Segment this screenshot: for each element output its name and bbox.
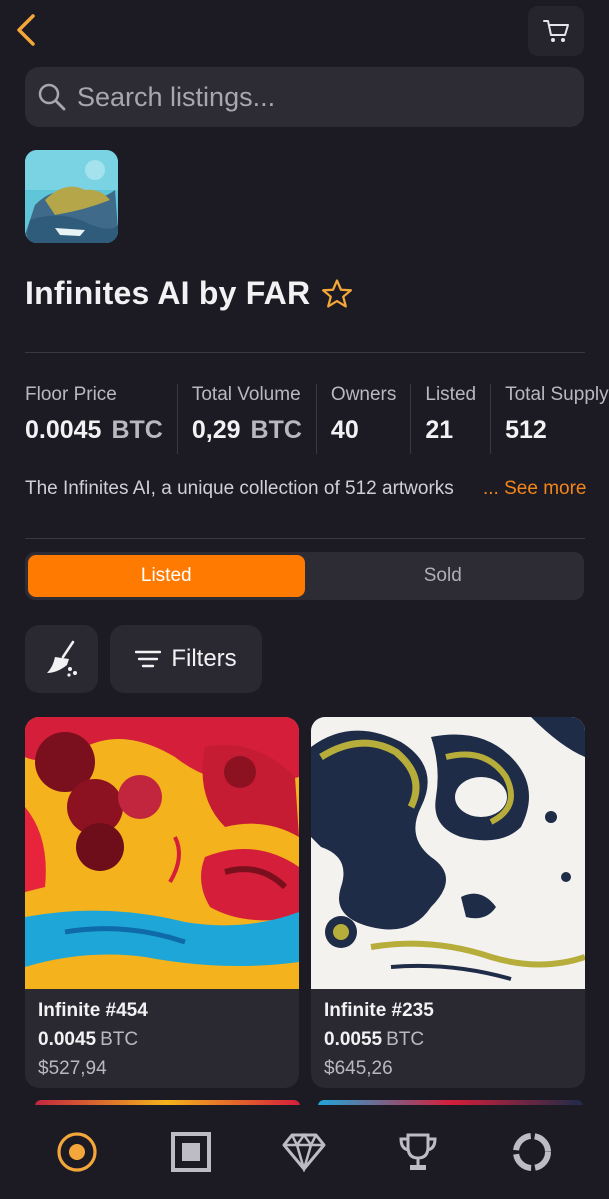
divider [25, 538, 585, 539]
nav-leaderboard[interactable] [388, 1122, 448, 1182]
stat-owners: Owners 40 [331, 384, 412, 454]
listing-name: Infinite #235 [324, 1000, 434, 1021]
clear-button[interactable] [25, 625, 98, 693]
collection-thumbnail [25, 150, 118, 243]
ring-icon [513, 1133, 552, 1171]
stat-listed: Listed 21 [425, 384, 492, 454]
tab-sold[interactable]: Sold [305, 555, 582, 597]
listing-price: 0.0055 [324, 1029, 383, 1050]
broom-icon [46, 640, 77, 677]
artwork-image [25, 717, 299, 989]
listing-tabs: Listed Sold [25, 552, 584, 600]
favorite-star-icon[interactable] [320, 277, 354, 311]
back-button[interactable] [8, 10, 44, 50]
nav-diamond[interactable] [274, 1122, 334, 1182]
trophy-icon [399, 1133, 437, 1170]
artwork-image [311, 717, 585, 989]
listing-name: Infinite #454 [38, 1000, 148, 1021]
listing-price-unit: BTC [386, 1029, 425, 1050]
cart-icon [543, 20, 569, 42]
chevron-left-icon [17, 14, 35, 46]
stat-total-volume: Total Volume 0,29 BTC [192, 384, 317, 454]
listing-usd: $645,26 [324, 1058, 393, 1079]
divider [25, 352, 585, 353]
listing-price-unit: BTC [100, 1029, 139, 1050]
filters-button[interactable]: Filters [110, 625, 262, 693]
nav-ordinals[interactable] [47, 1122, 107, 1182]
tab-listed[interactable]: Listed [28, 555, 305, 597]
search-bar[interactable] [25, 67, 584, 127]
listing-usd: $527,94 [38, 1058, 107, 1079]
nav-profile[interactable] [502, 1122, 562, 1182]
filter-lines-icon [135, 650, 162, 668]
listing-price: 0.0045 [38, 1029, 97, 1050]
ordinals-icon [57, 1132, 97, 1172]
stat-floor-price: Floor Price 0.0045 BTC [25, 384, 178, 454]
collection-description: The Infinites AI, a unique collection of… [25, 478, 587, 500]
collection-title: Infinites AI by FAR [25, 275, 311, 311]
diamond-icon [282, 1132, 326, 1172]
bottom-nav [0, 1105, 609, 1199]
nav-collections[interactable] [161, 1122, 221, 1182]
listing-card[interactable]: Infinite #235 0.0055 BTC $645,26 [311, 717, 585, 1088]
search-icon [38, 83, 66, 111]
search-input[interactable] [77, 81, 557, 113]
stats-bar: Floor Price 0.0045 BTC Total Volume 0,29 B… [25, 384, 609, 454]
filters-label: Filters [171, 645, 237, 672]
see-more-link[interactable]: ... See more [483, 478, 587, 500]
cart-button[interactable] [528, 6, 584, 56]
listing-card[interactable]: Infinite #454 0.0045 BTC $527,94 [25, 717, 299, 1088]
square-frame-icon [170, 1132, 211, 1172]
stat-total-supply: Total Supply 512 [505, 384, 609, 444]
